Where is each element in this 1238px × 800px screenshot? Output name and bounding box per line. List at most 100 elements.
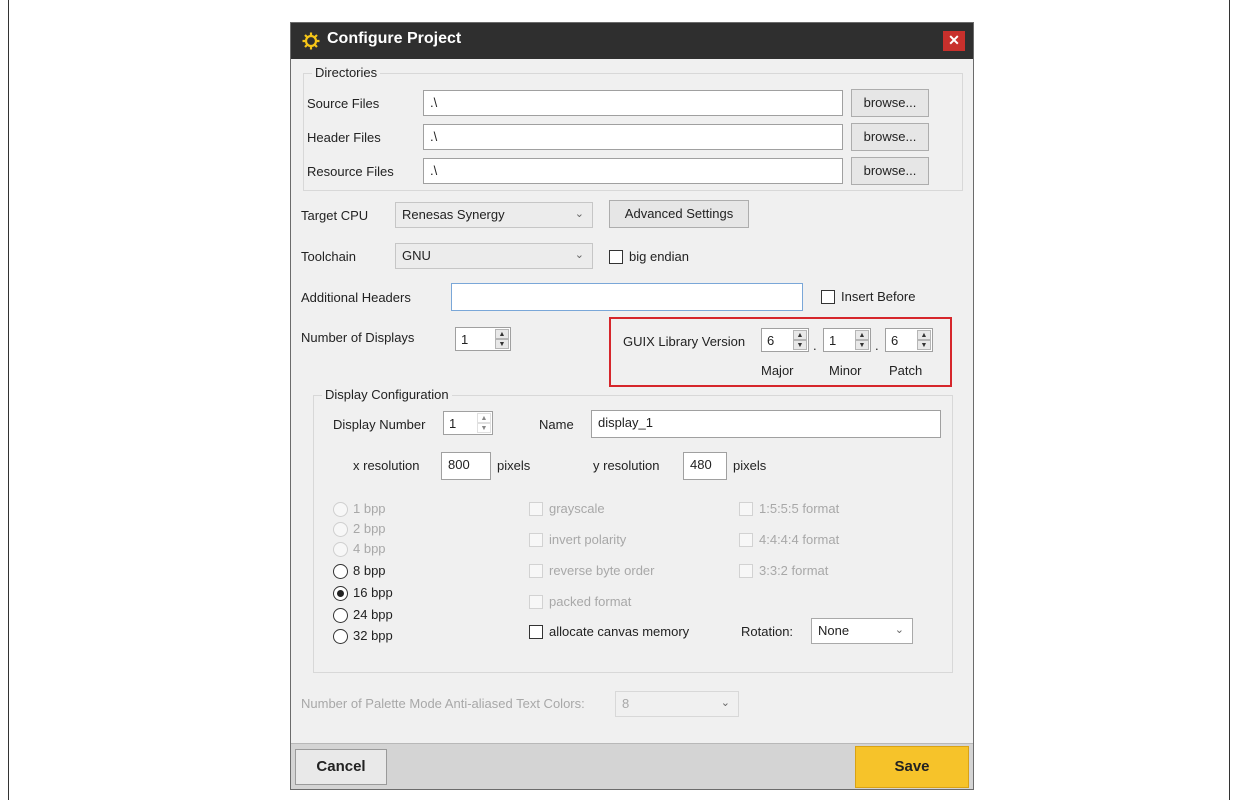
- bpp-8-radio[interactable]: [333, 564, 348, 579]
- x-pixels-label: pixels: [497, 458, 531, 473]
- up-arrow-icon[interactable]: ▲: [495, 329, 509, 339]
- num-displays-stepper[interactable]: 1 ▲ ▼: [455, 327, 511, 351]
- palette-colors-select[interactable]: 8 ⌄: [615, 691, 739, 717]
- chevron-down-icon: ⌄: [574, 208, 584, 220]
- up-arrow-icon[interactable]: ▲: [793, 330, 807, 340]
- stepper-arrows[interactable]: ▲ ▼: [495, 329, 509, 349]
- up-arrow-icon[interactable]: ▲: [855, 330, 869, 340]
- bpp-4-label: 4 bpp: [353, 541, 386, 556]
- resource-files-input[interactable]: .\: [423, 158, 843, 184]
- display-number-stepper[interactable]: 1 ▲ ▼: [443, 411, 493, 435]
- close-button[interactable]: ✕: [943, 31, 965, 51]
- save-button[interactable]: Save: [855, 746, 969, 788]
- up-arrow-icon[interactable]: ▲: [477, 413, 491, 423]
- guix-minor-value: 1: [829, 333, 837, 348]
- format-1555-label: 1:5:5:5 format: [759, 501, 840, 516]
- target-cpu-select[interactable]: Renesas Synergy ⌄: [395, 202, 593, 228]
- target-cpu-label: Target CPU: [301, 208, 369, 223]
- additional-headers-input[interactable]: [451, 283, 803, 311]
- bpp-1-radio[interactable]: [333, 502, 348, 517]
- palette-colors-label: Number of Palette Mode Anti-aliased Text…: [301, 696, 585, 711]
- format-332-checkbox[interactable]: [739, 564, 753, 578]
- stepper-arrows[interactable]: ▲ ▼: [793, 330, 807, 350]
- bpp-32-radio[interactable]: [333, 629, 348, 644]
- big-endian-checkbox[interactable]: [609, 250, 623, 264]
- toolchain-label: Toolchain: [301, 249, 356, 264]
- allocate-canvas-memory-checkbox[interactable]: [529, 625, 543, 639]
- bpp-16-label: 16 bpp: [353, 585, 393, 600]
- reverse-byte-order-checkbox[interactable]: [529, 564, 543, 578]
- format-4444-label: 4:4:4:4 format: [759, 532, 840, 547]
- insert-before-checkbox[interactable]: [821, 290, 835, 304]
- down-arrow-icon[interactable]: ▼: [917, 340, 931, 350]
- guix-major-stepper[interactable]: 6 ▲ ▼: [761, 328, 809, 352]
- stepper-arrows[interactable]: ▲ ▼: [855, 330, 869, 350]
- version-dot: .: [813, 338, 817, 353]
- minor-label: Minor: [829, 363, 862, 378]
- browse-header-button[interactable]: browse...: [851, 123, 929, 151]
- y-resolution-input[interactable]: 480: [683, 452, 727, 480]
- bpp-8-label: 8 bpp: [353, 563, 386, 578]
- display-name-input[interactable]: display_1: [591, 410, 941, 438]
- gear-icon: [302, 32, 320, 50]
- chevron-down-icon: ⌄: [894, 624, 904, 636]
- patch-label: Patch: [889, 363, 923, 378]
- guix-version-label: GUIX Library Version: [623, 334, 746, 349]
- chevron-down-icon: ⌄: [720, 697, 730, 709]
- display-number-value: 1: [449, 416, 457, 431]
- bpp-24-radio[interactable]: [333, 608, 348, 623]
- guix-patch-stepper[interactable]: 6 ▲ ▼: [885, 328, 933, 352]
- directories-legend: Directories: [312, 65, 381, 80]
- invert-polarity-checkbox[interactable]: [529, 533, 543, 547]
- chevron-down-icon: ⌄: [574, 249, 584, 261]
- rotation-label: Rotation:: [741, 624, 794, 639]
- bpp-2-label: 2 bpp: [353, 521, 386, 536]
- x-resolution-input[interactable]: 800: [441, 452, 491, 480]
- up-arrow-icon[interactable]: ▲: [917, 330, 931, 340]
- big-endian-label: big endian: [629, 249, 689, 264]
- display-number-label: Display Number: [333, 417, 426, 432]
- toolchain-select[interactable]: GNU ⌄: [395, 243, 593, 269]
- reverse-byte-order-label: reverse byte order: [549, 563, 655, 578]
- cancel-button[interactable]: Cancel: [295, 749, 387, 785]
- guix-patch-value: 6: [891, 333, 899, 348]
- insert-before-label: Insert Before: [841, 289, 916, 304]
- down-arrow-icon[interactable]: ▼: [855, 340, 869, 350]
- display-config-legend: Display Configuration: [322, 387, 452, 402]
- down-arrow-icon[interactable]: ▼: [477, 423, 491, 433]
- x-resolution-label: x resolution: [353, 458, 420, 473]
- source-files-input[interactable]: .\: [423, 90, 843, 116]
- window-title: Configure Project: [327, 30, 462, 47]
- format-1555-checkbox[interactable]: [739, 502, 753, 516]
- down-arrow-icon[interactable]: ▼: [793, 340, 807, 350]
- resource-files-label: Resource Files: [307, 164, 394, 179]
- major-label: Major: [761, 363, 794, 378]
- down-arrow-icon[interactable]: ▼: [495, 339, 509, 349]
- title-bar: Configure Project ✕: [291, 23, 973, 59]
- format-332-label: 3:3:2 format: [759, 563, 829, 578]
- browse-resource-button[interactable]: browse...: [851, 157, 929, 185]
- bpp-32-label: 32 bpp: [353, 628, 393, 643]
- bpp-2-radio[interactable]: [333, 522, 348, 537]
- dialog-content: Directories Source Files .\ browse... He…: [291, 59, 973, 753]
- rotation-select[interactable]: None ⌄: [811, 618, 913, 644]
- bpp-4-radio[interactable]: [333, 542, 348, 557]
- invert-polarity-label: invert polarity: [549, 532, 627, 547]
- grayscale-checkbox[interactable]: [529, 502, 543, 516]
- header-files-input[interactable]: .\: [423, 124, 843, 150]
- format-4444-checkbox[interactable]: [739, 533, 753, 547]
- guix-minor-stepper[interactable]: 1 ▲ ▼: [823, 328, 871, 352]
- packed-format-checkbox[interactable]: [529, 595, 543, 609]
- toolchain-value: GNU: [402, 248, 431, 263]
- source-files-label: Source Files: [307, 96, 380, 111]
- browse-source-button[interactable]: browse...: [851, 89, 929, 117]
- y-resolution-label: y resolution: [593, 458, 660, 473]
- bpp-24-label: 24 bpp: [353, 607, 393, 622]
- rotation-value: None: [818, 623, 850, 638]
- bpp-16-radio[interactable]: [333, 586, 348, 601]
- stepper-arrows[interactable]: ▲ ▼: [477, 413, 491, 433]
- dialog-footer: Cancel Save: [291, 743, 973, 789]
- advanced-settings-button[interactable]: Advanced Settings: [609, 200, 749, 228]
- stepper-arrows[interactable]: ▲ ▼: [917, 330, 931, 350]
- packed-format-label: packed format: [549, 594, 632, 609]
